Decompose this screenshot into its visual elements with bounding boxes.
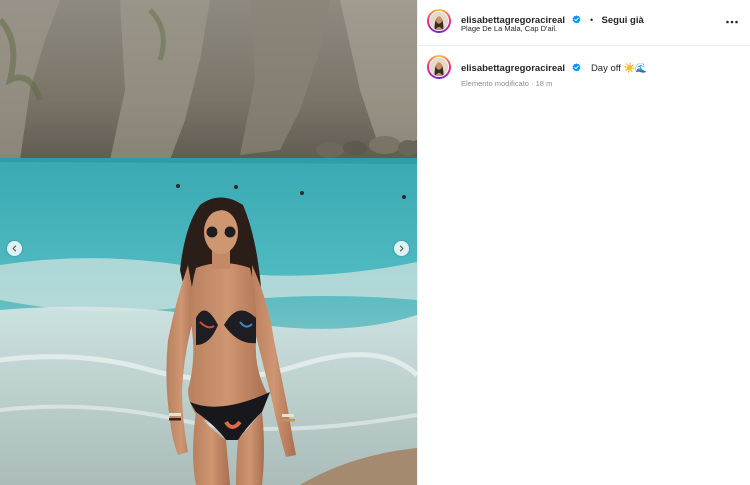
verified-badge-icon: [573, 15, 581, 24]
post-location[interactable]: Plage De La Mala, Cap D'ail.: [461, 24, 557, 33]
chevron-right-icon: [399, 245, 404, 252]
following-button[interactable]: Segui già: [602, 15, 644, 26]
caption-meta: Elemento modificato · 18 m: [461, 79, 552, 88]
post-photo[interactable]: [0, 0, 417, 485]
chevron-left-icon: [12, 245, 17, 252]
post-time[interactable]: 18 m: [536, 79, 553, 88]
meta-separator: ·: [531, 79, 534, 88]
more-options-icon: [726, 20, 738, 24]
beach-photo-image: [0, 0, 417, 485]
avatar-image: [430, 12, 448, 30]
previous-photo-button[interactable]: [7, 241, 22, 256]
caption-row: elisabettagregoracireal Day off ☀️🌊: [461, 58, 647, 76]
caption-text: Day off ☀️🌊: [590, 63, 648, 74]
post-side-panel: elisabettagregoracireal • Segui già Plag…: [417, 0, 750, 485]
verified-badge-icon: [573, 63, 581, 72]
caption-author-username[interactable]: elisabettagregoracireal: [461, 63, 565, 74]
more-options-button[interactable]: [725, 15, 739, 29]
next-photo-button[interactable]: [394, 241, 409, 256]
avatar-image: [430, 58, 448, 76]
author-avatar[interactable]: [427, 9, 451, 33]
post-header: elisabettagregoracireal • Segui già Plag…: [418, 0, 750, 46]
caption-author-avatar[interactable]: [427, 55, 451, 79]
edited-label: Elemento modificato: [461, 79, 529, 88]
header-separator: •: [589, 15, 594, 25]
